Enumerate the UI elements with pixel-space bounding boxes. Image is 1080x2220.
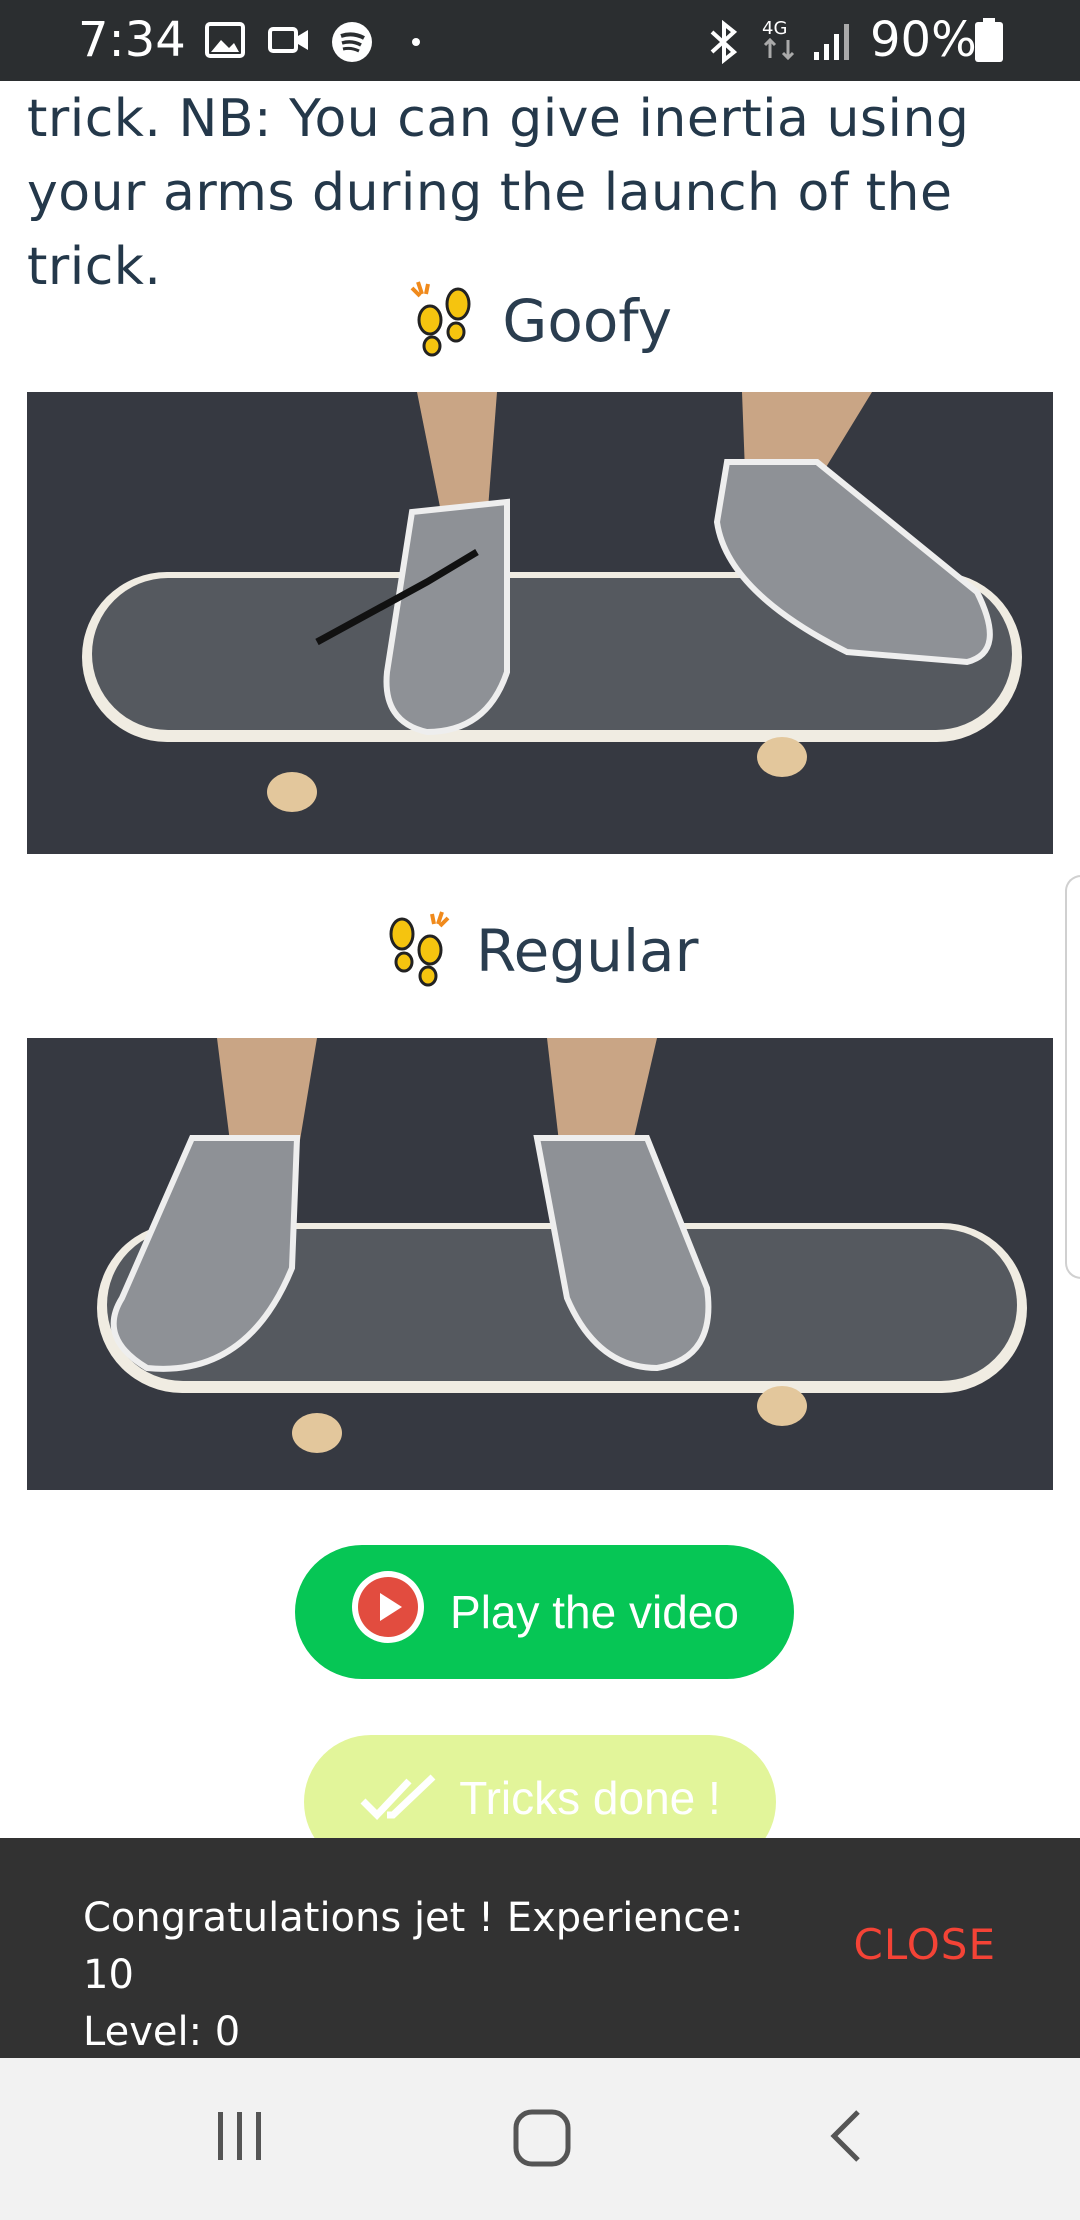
regular-heading: Regular (0, 908, 1080, 994)
status-time: 7:34 (78, 12, 186, 68)
footprints-icon (410, 281, 471, 357)
goofy-heading: Goofy (0, 278, 1080, 364)
home-icon[interactable] (512, 2108, 572, 2173)
4g-icon: 4G (760, 16, 800, 67)
regular-label: Regular (475, 917, 699, 985)
regular-stance-photo (27, 1038, 1053, 1490)
battery-icon (975, 18, 1003, 67)
goofy-label: Goofy (502, 287, 673, 355)
spotify-icon (330, 20, 374, 69)
snackbar-close-button[interactable]: CLOSE (854, 1920, 996, 1969)
video-icon (268, 20, 310, 65)
battery-percent: 90% (870, 12, 977, 68)
snackbar-line-2: Level: 0 (83, 2009, 241, 2055)
svg-text:4G: 4G (762, 18, 787, 39)
double-check-icon (359, 1771, 439, 1832)
status-bar: 7:34 4G 90% (0, 0, 1080, 81)
snackbar: Congratulations jet ! Experience: 10 Lev… (0, 1838, 1080, 2058)
play-video-button[interactable]: Play the video (295, 1545, 794, 1679)
gallery-icon (205, 20, 245, 65)
trick-description: trick. NB: You can give inertia using yo… (27, 89, 970, 297)
navigation-bar (0, 2058, 1080, 2220)
recent-apps-icon[interactable] (212, 2108, 268, 2169)
snackbar-line-1: Congratulations jet ! Experience: 10 (83, 1895, 744, 1998)
footprints-icon (389, 911, 449, 987)
signal-icon (812, 20, 856, 69)
play-video-label: Play the video (450, 1586, 739, 1638)
bluetooth-icon (706, 19, 742, 69)
edge-panel-handle[interactable] (1065, 875, 1080, 1279)
dot-icon (411, 34, 421, 52)
play-icon (350, 1569, 426, 1656)
snackbar-message: Congratulations jet ! Experience: 10 Lev… (83, 1890, 783, 2061)
goofy-stance-photo (27, 392, 1053, 854)
tricks-done-label: Tricks done ! (459, 1772, 721, 1824)
back-icon[interactable] (820, 2108, 876, 2169)
